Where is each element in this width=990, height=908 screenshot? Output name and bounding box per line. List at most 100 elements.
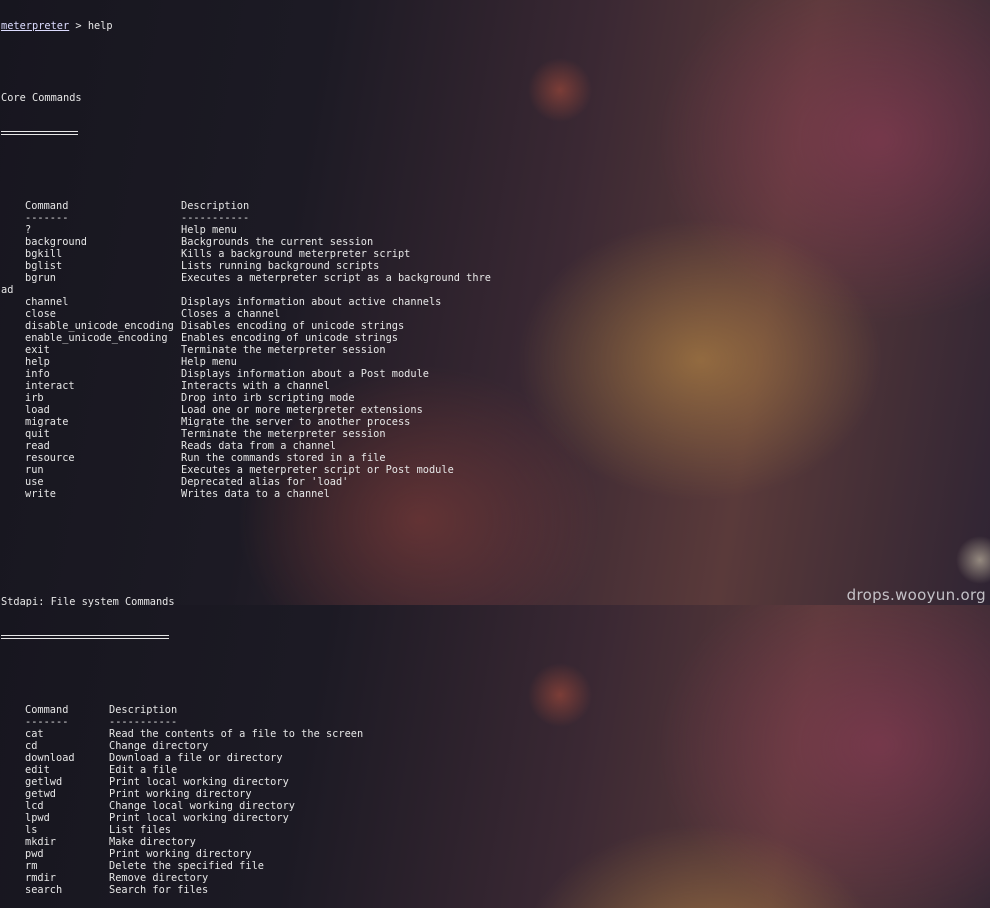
command-name: lpwd bbox=[25, 812, 50, 824]
command-description: Load one or more meterpreter extensions bbox=[181, 404, 423, 416]
watermark: drops.wooyun.org bbox=[846, 586, 986, 604]
command-description: Closes a channel bbox=[181, 308, 281, 320]
command-description: Make directory bbox=[109, 836, 196, 848]
table-row: info Displays information about a Post mo… bbox=[1, 368, 987, 380]
command-name: edit bbox=[25, 764, 50, 776]
command-description: ----------- bbox=[181, 212, 250, 224]
command-description: Enables encoding of unicode strings bbox=[181, 332, 398, 344]
command-description: Change directory bbox=[109, 740, 209, 752]
command-name: quit bbox=[25, 428, 50, 440]
command-description: Print local working directory bbox=[109, 812, 289, 824]
command-name: resource bbox=[25, 452, 75, 464]
table-row: download Download a file or directory bbox=[1, 752, 987, 764]
command-description: Run the commands stored in a file bbox=[181, 452, 386, 464]
command-description: Kills a background meterpreter script bbox=[181, 248, 411, 260]
command-name: bgrun bbox=[25, 272, 56, 284]
command-description: Remove directory bbox=[109, 872, 209, 884]
command-description: Delete the specified file bbox=[109, 860, 264, 872]
command-name: lcd bbox=[25, 800, 44, 812]
command-name: cat bbox=[25, 728, 44, 740]
command-name: enable_unicode_encoding bbox=[25, 332, 168, 344]
command-description: Change local working directory bbox=[109, 800, 295, 812]
command-name: Command bbox=[25, 200, 69, 212]
wrapped-text: ad bbox=[1, 284, 14, 296]
prompt-host: meterpreter bbox=[1, 20, 70, 32]
table-row: disable_unicode_encoding Disables encodin… bbox=[1, 320, 987, 332]
stdapi-section-title: Stdapi: File system Commands bbox=[1, 596, 175, 608]
table-row: bglist Lists running background scripts bbox=[1, 260, 987, 272]
table-row: bgrun Executes a meterpreter script as a … bbox=[1, 272, 987, 284]
command-name: ------- bbox=[25, 716, 69, 728]
command-name: bglist bbox=[25, 260, 63, 272]
command-name: irb bbox=[25, 392, 44, 404]
stdapi-commands-table: Command Description ------- ----------- cat R… bbox=[1, 704, 987, 896]
command-name: info bbox=[25, 368, 50, 380]
command-description: ----------- bbox=[109, 716, 178, 728]
command-name: download bbox=[25, 752, 75, 764]
table-row: enable_unicode_encoding Enables encoding … bbox=[1, 332, 987, 344]
table-row: background Backgrounds the current sessio… bbox=[1, 236, 987, 248]
table-row: rm Delete the specified file bbox=[1, 860, 987, 872]
table-row: exit Terminate the meterpreter session bbox=[1, 344, 987, 356]
command-description: Help menu bbox=[181, 356, 237, 368]
table-row: rmdir Remove directory bbox=[1, 872, 987, 884]
table-header-row: Command Description bbox=[1, 200, 987, 212]
command-description: Drop into irb scripting mode bbox=[181, 392, 355, 404]
command-description: Description bbox=[181, 200, 250, 212]
command-description: Deprecated alias for 'load' bbox=[181, 476, 349, 488]
command-description: Displays information about a Post module bbox=[181, 368, 429, 380]
table-row: resource Run the commands stored in a fil… bbox=[1, 452, 987, 464]
command-name: use bbox=[25, 476, 44, 488]
command-name: pwd bbox=[25, 848, 44, 860]
command-name: channel bbox=[25, 296, 69, 308]
table-row: ls List files bbox=[1, 824, 987, 836]
command-description: Search for files bbox=[109, 884, 209, 896]
command-name: exit bbox=[25, 344, 50, 356]
command-description: Edit a file bbox=[109, 764, 178, 776]
command-name: run bbox=[25, 464, 44, 476]
command-description: Read the contents of a file to the scree… bbox=[109, 728, 364, 740]
command-name: ------- bbox=[25, 212, 69, 224]
terminal-output: meterpreter > help Core Commands Command… bbox=[1, 0, 987, 908]
command-name: getwd bbox=[25, 788, 56, 800]
command-description: Executes a meterpreter script or Post mo… bbox=[181, 464, 454, 476]
table-row: pwd Print working directory bbox=[1, 848, 987, 860]
command-name: getlwd bbox=[25, 776, 63, 788]
prompt-line: meterpreter > help bbox=[1, 20, 987, 32]
table-row: search Search for files bbox=[1, 884, 987, 896]
table-row: help Help menu bbox=[1, 356, 987, 368]
command-name: read bbox=[25, 440, 50, 452]
table-divider-row: ------- ----------- bbox=[1, 212, 987, 224]
prompt-command: help bbox=[87, 20, 113, 32]
command-description: Displays information about active channe… bbox=[181, 296, 442, 308]
command-name: interact bbox=[25, 380, 75, 392]
table-row: quit Terminate the meterpreter session bbox=[1, 428, 987, 440]
command-description: Executes a meterpreter script as a backg… bbox=[181, 272, 491, 284]
table-row: use Deprecated alias for 'load' bbox=[1, 476, 987, 488]
command-description: Download a file or directory bbox=[109, 752, 283, 764]
table-row: mkdir Make directory bbox=[1, 836, 987, 848]
core-title-rule bbox=[1, 128, 987, 140]
command-name: disable_unicode_encoding bbox=[25, 320, 174, 332]
command-name: cd bbox=[25, 740, 38, 752]
table-row: close Closes a channel bbox=[1, 308, 987, 320]
command-description: Disables encoding of unicode strings bbox=[181, 320, 405, 332]
command-description: Reads data from a channel bbox=[181, 440, 336, 452]
stdapi-title-rule bbox=[1, 632, 987, 644]
table-divider-row: ------- ----------- bbox=[1, 716, 987, 728]
command-name: background bbox=[25, 236, 87, 248]
command-description: Interacts with a channel bbox=[181, 380, 330, 392]
command-description: List files bbox=[109, 824, 171, 836]
command-description: Migrate the server to another process bbox=[181, 416, 411, 428]
command-name: rmdir bbox=[25, 872, 56, 884]
prompt-separator: > bbox=[69, 20, 88, 32]
command-name: mkdir bbox=[25, 836, 56, 848]
command-name: write bbox=[25, 488, 56, 500]
command-name: ? bbox=[25, 224, 32, 236]
command-description: Print working directory bbox=[109, 788, 252, 800]
command-name: Command bbox=[25, 704, 69, 716]
